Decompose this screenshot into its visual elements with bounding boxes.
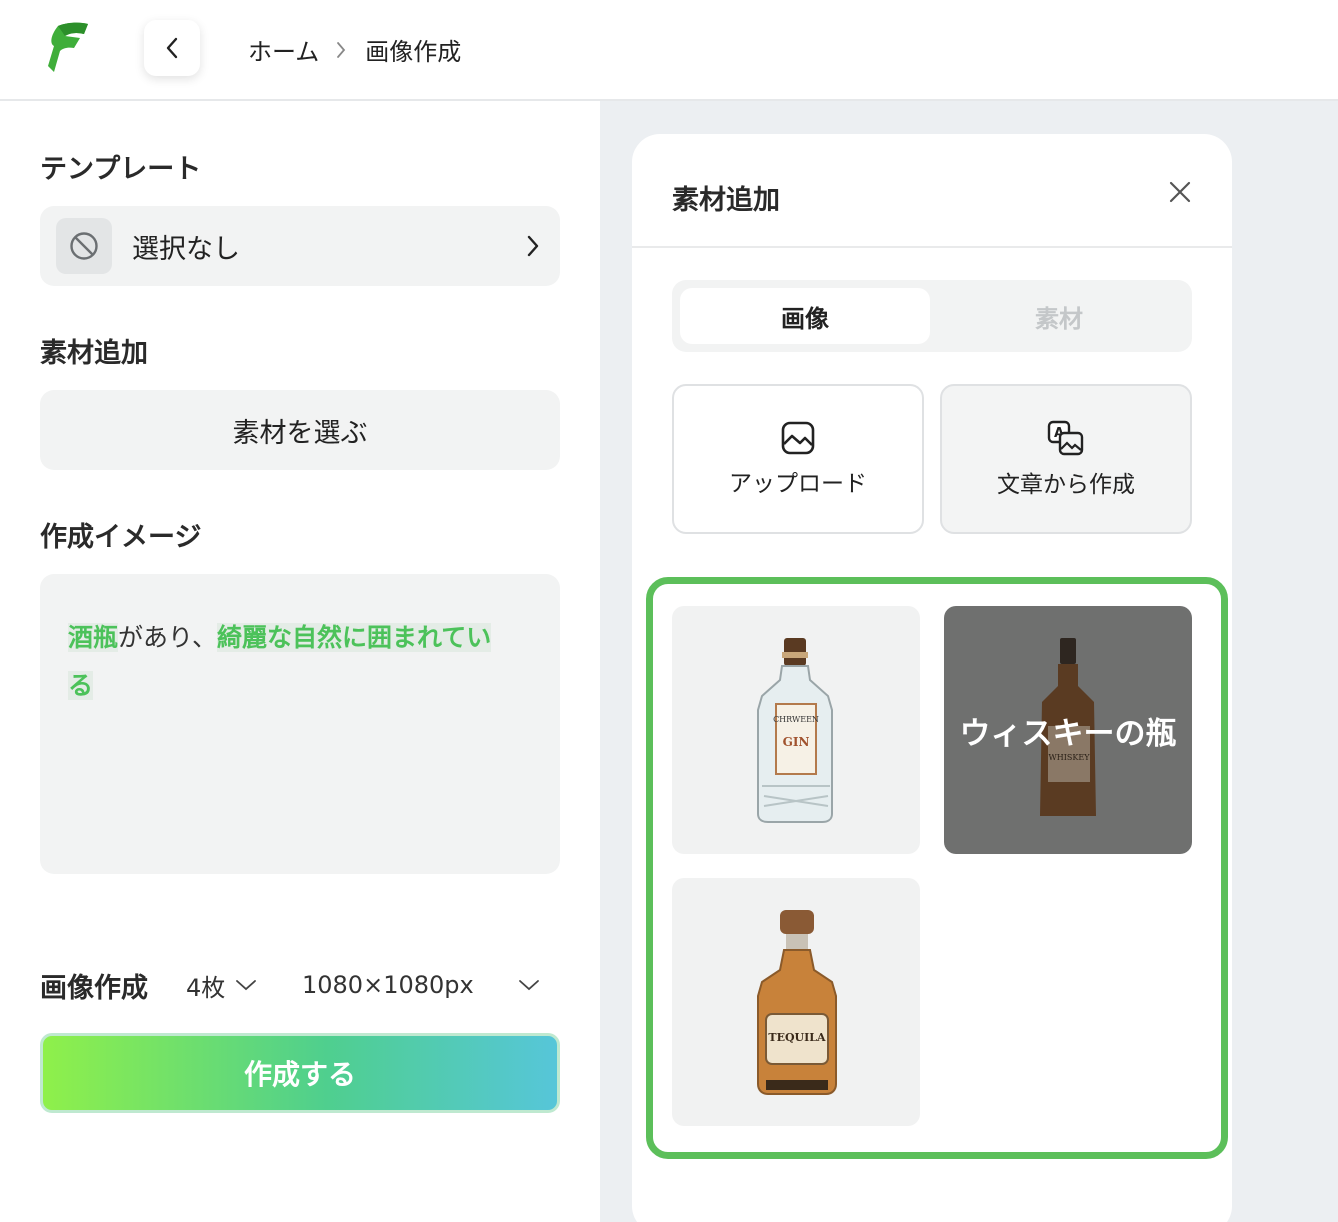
divider: [632, 246, 1232, 248]
chevron-left-icon: [166, 37, 178, 59]
text-to-image-button[interactable]: A 文章から作成: [940, 384, 1192, 534]
image-count-select[interactable]: 4枚: [186, 968, 257, 1003]
tequila-bottle-image: TEQUILA: [757, 910, 837, 1095]
upload-label: アップロード: [729, 471, 867, 497]
tab-image[interactable]: 画像: [680, 288, 930, 344]
prompt-textarea[interactable]: 酒瓶があり、綺麗な自然に囲まれている: [40, 574, 560, 874]
template-value: 選択なし: [132, 233, 240, 265]
no-template-icon: [56, 218, 112, 274]
prompt-keyword: る: [68, 671, 94, 700]
image-size-select[interactable]: 1080×1080px: [302, 971, 474, 999]
close-icon[interactable]: [1168, 180, 1192, 204]
generate-options: 画像作成 4枚 1080×1080px: [40, 963, 560, 1007]
chevron-right-icon: [527, 235, 539, 257]
result-whiskey-bottle[interactable]: WHISKEY ウィスキーの瓶: [944, 606, 1192, 854]
source-tabs: 画像 素材: [672, 280, 1192, 352]
prompt-text: があり、: [118, 623, 218, 652]
result-gin-bottle[interactable]: CHRWEEN GIN: [672, 606, 920, 854]
prompt-keyword: 酒瓶: [68, 623, 119, 652]
generated-results: CHRWEEN GIN WHISKEY ウィスキーの瓶 TEQUILA: [646, 577, 1228, 1159]
upload-button[interactable]: アップロード: [672, 384, 924, 534]
svg-text:CHRWEEN: CHRWEEN: [773, 715, 819, 724]
svg-text:GIN: GIN: [783, 735, 810, 749]
tab-material[interactable]: 素材: [934, 288, 1184, 344]
result-caption: ウィスキーの瓶: [959, 715, 1177, 752]
image-icon: [781, 421, 815, 455]
breadcrumb: ホーム 画像作成: [248, 32, 461, 67]
template-section-title: テンプレート: [40, 154, 202, 185]
generate-label: 画像作成: [40, 972, 148, 1004]
choose-material-button[interactable]: 素材を選ぶ: [40, 390, 560, 470]
chevron-right-icon: [335, 40, 349, 60]
create-button[interactable]: 作成する: [40, 1033, 560, 1113]
chevron-down-icon[interactable]: [518, 978, 540, 992]
result-tequila-bottle[interactable]: TEQUILA: [672, 878, 920, 1126]
breadcrumb-home[interactable]: ホーム: [248, 32, 319, 67]
text-to-image-icon: A: [1047, 420, 1084, 456]
breadcrumb-current: 画像作成: [365, 38, 462, 66]
gin-bottle-image: CHRWEEN GIN: [757, 638, 833, 823]
svg-text:TEQUILA: TEQUILA: [768, 1031, 826, 1044]
image-size-value: 1080×1080px: [302, 971, 474, 999]
app-logo[interactable]: [44, 20, 90, 76]
left-panel: テンプレート 選択なし 素材追加 素材を選ぶ 作成イメージ 酒瓶があり、綺麗な自…: [0, 101, 600, 1222]
modal-title: 素材追加: [672, 185, 780, 216]
template-selector[interactable]: 選択なし: [40, 206, 560, 286]
material-section-title: 素材追加: [40, 338, 148, 369]
text-to-image-label: 文章から作成: [997, 472, 1135, 498]
chevron-down-icon: [236, 980, 257, 991]
image-count-value: 4枚: [186, 973, 226, 1002]
image-section-title: 作成イメージ: [40, 522, 202, 553]
prompt-keyword: 綺麗な自然に囲まれてい: [217, 623, 492, 652]
back-button[interactable]: [144, 20, 200, 76]
app-header: ホーム 画像作成: [0, 0, 1338, 101]
